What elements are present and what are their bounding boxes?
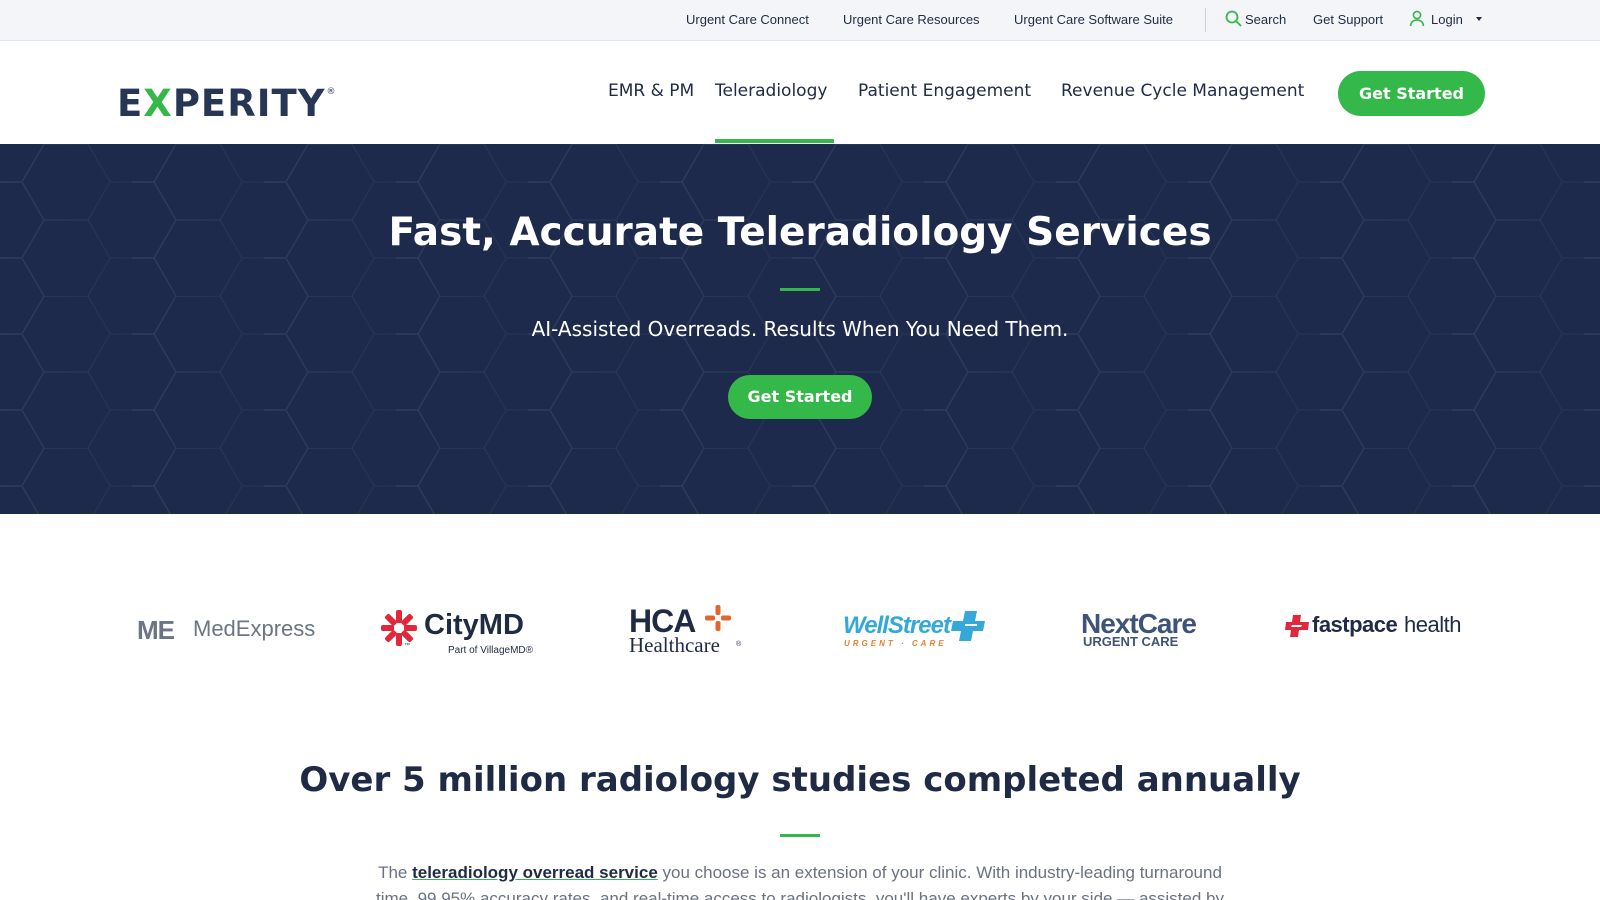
urgent-care-connect-link[interactable]: Urgent Care Connect [686, 12, 809, 28]
wellstreet-logo: WellStreet URGENT · CARE [843, 609, 993, 669]
caret-down-icon[interactable] [1476, 17, 1482, 21]
citymd-mark-icon [381, 610, 417, 646]
get-started-button[interactable]: Get Started [1338, 71, 1485, 116]
urgent-care-software-suite-link[interactable]: Urgent Care Software Suite [1014, 12, 1173, 28]
get-support-link[interactable]: Get Support [1313, 12, 1383, 28]
teleradiology-overread-service-link[interactable]: teleradiology overread service [412, 863, 658, 882]
active-nav-indicator [715, 139, 834, 143]
hero-subtitle: AI-Assisted Overreads. Results When You … [531, 317, 1069, 341]
utility-bar: Urgent Care Connect Urgent Care Resource… [0, 0, 1600, 41]
login-link[interactable]: Login [1431, 12, 1463, 28]
search-link[interactable]: Search [1245, 12, 1286, 28]
medexpress-logo: ME MedExpress [137, 615, 316, 645]
stats-heading: Over 5 million radiology studies complet… [299, 760, 1301, 800]
nav-item-revenue-cycle-management[interactable]: Revenue Cycle Management [1061, 79, 1304, 103]
urgent-care-resources-link[interactable]: Urgent Care Resources [843, 12, 980, 28]
hero-title: Fast, Accurate Teleradiology Services [388, 210, 1212, 255]
nav-item-teleradiology[interactable]: Teleradiology [715, 79, 827, 103]
user-icon[interactable] [1409, 10, 1425, 32]
stats-divider [780, 834, 820, 837]
utility-divider [1205, 8, 1206, 32]
hero-section: Fast, Accurate Teleradiology Services AI… [0, 144, 1600, 514]
hca-star-icon [705, 605, 731, 631]
stats-paragraph: The teleradiology overread service you c… [360, 860, 1240, 900]
fastpace-cross-icon [1285, 615, 1309, 637]
experity-logo[interactable]: EXPERITY® [117, 71, 337, 125]
hero-divider [780, 288, 820, 291]
client-logo-strip: ME MedExpress CityMD ™ Part of VillageMD… [0, 514, 1600, 714]
main-navigation: EXPERITY® EMR & PM Teleradiology Patient… [0, 41, 1600, 144]
hca-healthcare-logo: HCA Healthcare ® [629, 603, 742, 657]
stats-body-start: The [378, 863, 413, 882]
citymd-logo: CityMD ™ Part of VillageMD® [380, 609, 540, 669]
search-icon[interactable] [1225, 10, 1242, 32]
hero-get-started-button[interactable]: Get Started [728, 375, 872, 419]
nav-item-emr-pm[interactable]: EMR & PM [608, 79, 694, 103]
wellstreet-cross-icon [951, 611, 985, 641]
fastpace-health-logo: fastpace health [1285, 609, 1470, 669]
nav-item-patient-engagement[interactable]: Patient Engagement [858, 79, 1031, 103]
nextcare-logo: NextCare URGENT CARE [1081, 608, 1197, 649]
